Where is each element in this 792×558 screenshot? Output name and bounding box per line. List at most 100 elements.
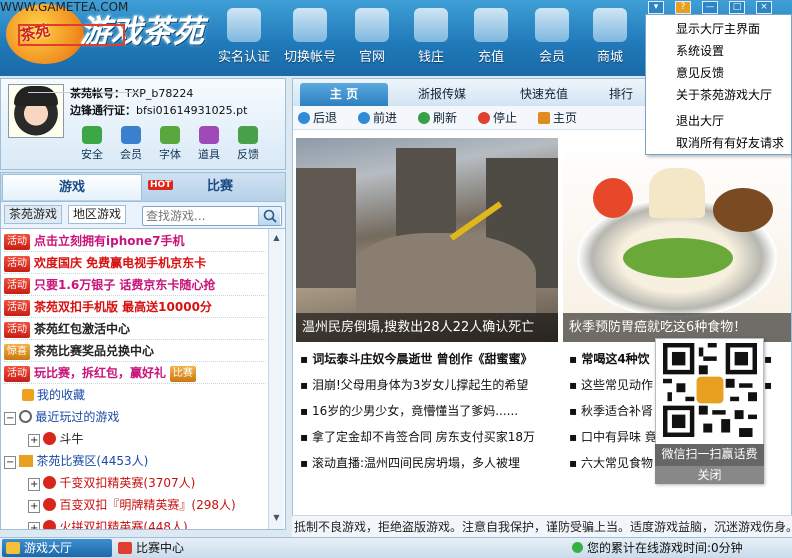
nav-shop[interactable]: 商城 xyxy=(580,4,640,70)
main-menu: 显示大厅主界面 系统设置 意见反馈 关于茶苑游戏大厅 退出大厅 取消所有有好友请… xyxy=(645,14,792,155)
nav-member[interactable]: 会员 xyxy=(522,4,582,70)
tab-ranking[interactable]: 排行 xyxy=(598,83,644,106)
list-item[interactable]: 活动 只要1.6万银子 话费京东卡随心抢 xyxy=(4,274,266,296)
list-item[interactable]: 活动 点击立刻拥有iphone7手机 xyxy=(4,230,266,252)
news-item[interactable]: ▪ 这些常见动作 xyxy=(569,374,657,396)
passport-label: 边锋通行证： xyxy=(70,104,136,117)
menu-item-show-hall[interactable]: 显示大厅主界面 xyxy=(646,19,791,39)
news-item[interactable]: ▪ 泪崩!父母用身体为3岁女儿撑起生的希望 xyxy=(300,374,558,396)
home-button[interactable]: 主页 xyxy=(538,109,577,127)
menu-item-about[interactable]: 关于茶苑游戏大厅 xyxy=(646,85,791,105)
tab-games[interactable]: 游戏 xyxy=(2,174,142,200)
nav-switch-account[interactable]: 切换帐号 xyxy=(278,4,342,70)
game-icon xyxy=(43,432,57,445)
menu-item-cancel-friend-requests[interactable]: 取消所有有好友请求 xyxy=(646,133,791,153)
tab-quick-recharge[interactable]: 快速充值 xyxy=(496,83,592,106)
news-item[interactable]: ▪ 词坛泰斗庄奴今晨逝世 曾创作《甜蜜蜜》 xyxy=(300,348,558,370)
news-item[interactable]: ▪ 拿了定金却不肯签合同 房东支付买家18万 xyxy=(300,426,558,448)
refresh-icon xyxy=(418,112,430,124)
tool-items[interactable]: 道具 xyxy=(189,126,229,162)
list-item[interactable]: 活动 欢度国庆 免费赢电视手机京东卡 xyxy=(4,252,266,274)
scroll-up-icon[interactable]: ▲ xyxy=(271,233,282,243)
expand-icon[interactable]: + xyxy=(28,434,41,447)
news-item[interactable]: ▪ 常喝这4种饮 xyxy=(569,348,657,370)
news-image-collapse[interactable] xyxy=(296,138,558,342)
news-caption-left[interactable]: 温州民房倒塌,搜救出28人22人确认死亡 xyxy=(296,313,558,342)
news-item[interactable]: ▪ 滚动直播:温州四间民房坍塌，多人被埋 xyxy=(300,452,558,474)
game-item[interactable]: + 千变双扣精英赛(3707人) xyxy=(28,472,290,494)
tool-label: 反馈 xyxy=(237,148,259,161)
list-item[interactable]: 惊喜 茶苑比赛奖品兑换中心 xyxy=(4,340,266,362)
qr-close-button[interactable]: 关闭 xyxy=(655,466,764,484)
list-item[interactable]: 活动 玩比赛，拆红包，赢好礼 比赛 xyxy=(4,362,266,384)
news-item[interactable]: ▪ 16岁的少男少女，竟懵懂当了爹妈...... xyxy=(300,400,558,422)
collapse-icon[interactable]: − xyxy=(4,412,17,425)
collapse-icon[interactable]: − xyxy=(4,456,17,469)
game-item[interactable]: + 斗牛 xyxy=(28,428,290,450)
refresh-button[interactable]: 刷新 xyxy=(418,109,457,127)
news-item-label: 六大常见食物 xyxy=(580,456,653,470)
menu-item-exit[interactable]: 退出大厅 xyxy=(646,111,791,131)
nav-official-site[interactable]: 官网 xyxy=(342,4,402,70)
tab-home[interactable]: 主 页 xyxy=(300,83,388,106)
account-label: 茶苑帐号： xyxy=(70,87,125,100)
maximize-button[interactable]: □ xyxy=(729,1,745,14)
help-button[interactable]: ? xyxy=(675,1,691,14)
match-area-node[interactable]: − 茶苑比赛区(4453人) xyxy=(4,450,266,472)
tab-zhebao-media[interactable]: 浙报传媒 xyxy=(394,83,490,106)
scroll-down-icon[interactable]: ▼ xyxy=(271,513,282,523)
list-item-label: 茶苑红包激活中心 xyxy=(34,322,131,336)
news-image-food[interactable] xyxy=(563,138,791,342)
menu-dropdown-button[interactable]: ▾ xyxy=(648,1,664,14)
nav-bank[interactable]: 钱庄 xyxy=(401,4,461,70)
minimize-button[interactable]: — xyxy=(702,1,718,14)
expand-icon[interactable]: + xyxy=(28,522,41,529)
subtab-tea-games[interactable]: 茶苑游戏 xyxy=(4,205,63,224)
news-item[interactable]: ▪ 秋季适合补肾 xyxy=(569,400,657,422)
list-item-label: 我的收藏 xyxy=(37,388,86,402)
news-item-label: 常喝这4种饮 xyxy=(581,352,650,366)
news-item[interactable]: ▪ 六大常见食物 xyxy=(569,452,657,474)
expand-icon[interactable]: + xyxy=(28,478,41,491)
game-item[interactable]: + 百变双扣『明牌精英赛』(298人) xyxy=(28,494,290,516)
recent-games-node[interactable]: − 最近玩过的游戏 xyxy=(4,406,266,428)
nav-real-name[interactable]: 实名认证 xyxy=(214,4,274,70)
recharge-icon xyxy=(474,8,508,42)
tab-match[interactable]: 比赛 xyxy=(180,174,260,200)
search-input[interactable] xyxy=(146,208,258,224)
tool-font[interactable]: 字体 xyxy=(150,126,190,162)
list-item-label: 欢度国庆 免费赢电视手机京东卡 xyxy=(34,256,207,270)
list-item-label: 斗牛 xyxy=(59,432,84,446)
menu-divider xyxy=(28,92,140,93)
food-shape xyxy=(713,188,773,232)
tool-security[interactable]: 安全 xyxy=(72,126,112,162)
expand-icon[interactable]: + xyxy=(28,500,41,513)
nav-label: 商城 xyxy=(596,50,623,65)
stop-button[interactable]: 停止 xyxy=(478,109,517,127)
list-scrollbar[interactable]: ▲ ▼ xyxy=(268,229,284,529)
news-item[interactable]: ▪ 口中有异味 竟 xyxy=(569,426,657,448)
menu-item-feedback[interactable]: 意见反馈 xyxy=(646,63,791,83)
qr-code-icon[interactable] xyxy=(663,343,757,437)
rubble-shape xyxy=(356,233,536,313)
menu-item-settings[interactable]: 系统设置 xyxy=(646,41,791,61)
game-item[interactable]: + 火拼双扣精英赛(448人) xyxy=(28,516,290,529)
tool-feedback[interactable]: 反馈 xyxy=(228,126,268,162)
taskbar-match-center[interactable]: 比赛中心 xyxy=(118,539,184,557)
nav-recharge[interactable]: 充值 xyxy=(461,4,521,70)
tool-member[interactable]: 会员 xyxy=(111,126,151,162)
search-button[interactable] xyxy=(258,207,280,225)
list-item-label: 千变双扣精英赛(3707人) xyxy=(59,476,196,490)
subtab-region-games[interactable]: 地区游戏 xyxy=(68,205,127,224)
list-item[interactable]: 活动 茶苑红包激活中心 xyxy=(4,318,266,340)
back-button[interactable]: 后退 xyxy=(298,109,337,127)
forward-button[interactable]: 前进 xyxy=(358,109,397,127)
taskbar-game-hall[interactable]: 游戏大厅 xyxy=(2,539,112,557)
list-item[interactable]: 活动 茶苑双扣手机版 最高送10000分 xyxy=(4,296,266,318)
users-icon xyxy=(121,126,141,144)
nav-label: 刷新 xyxy=(433,111,458,125)
activity-badge: 活动 xyxy=(4,322,30,338)
account-line: 茶苑帐号：TXP_b78224 xyxy=(70,85,193,101)
close-button[interactable]: × xyxy=(756,1,772,14)
favorites-node[interactable]: 我的收藏 xyxy=(22,384,284,406)
